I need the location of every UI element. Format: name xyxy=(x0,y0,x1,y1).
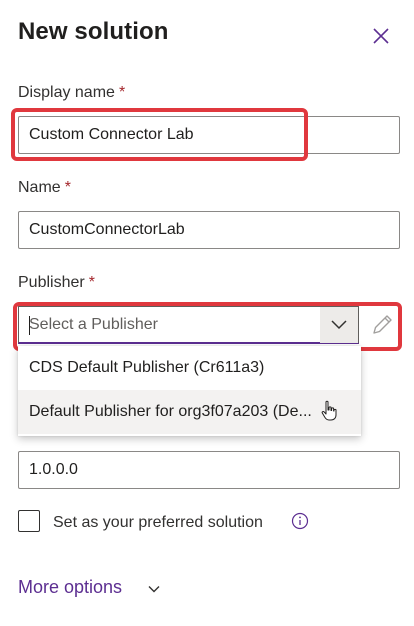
version-field[interactable]: 1.0.0.0 xyxy=(18,451,400,489)
close-icon[interactable] xyxy=(371,26,391,46)
name-field[interactable]: CustomConnectorLab xyxy=(18,211,400,249)
chevron-down-icon[interactable] xyxy=(147,582,161,596)
publisher-label: Publisher * xyxy=(18,274,95,291)
required-mark: * xyxy=(88,274,95,291)
name-label: Name * xyxy=(18,179,71,196)
highlight-box xyxy=(13,302,402,351)
publisher-option[interactable]: Default Publisher for org3f07a203 (De... xyxy=(18,390,361,434)
info-icon[interactable] xyxy=(291,512,309,530)
required-mark: * xyxy=(64,179,71,196)
more-options-link[interactable]: More options xyxy=(18,577,122,598)
display-name-label: Display name * xyxy=(18,84,126,101)
preferred-solution-checkbox[interactable] xyxy=(18,510,40,532)
highlight-box xyxy=(11,108,308,161)
publisher-options-list: CDS Default Publisher (Cr611a3) Default … xyxy=(18,346,361,436)
required-mark: * xyxy=(118,84,126,101)
publisher-option[interactable]: CDS Default Publisher (Cr611a3) xyxy=(18,346,361,390)
hand-cursor-icon xyxy=(321,400,337,421)
preferred-solution-label: Set as your preferred solution xyxy=(53,514,263,531)
panel-title: New solution xyxy=(18,18,169,45)
